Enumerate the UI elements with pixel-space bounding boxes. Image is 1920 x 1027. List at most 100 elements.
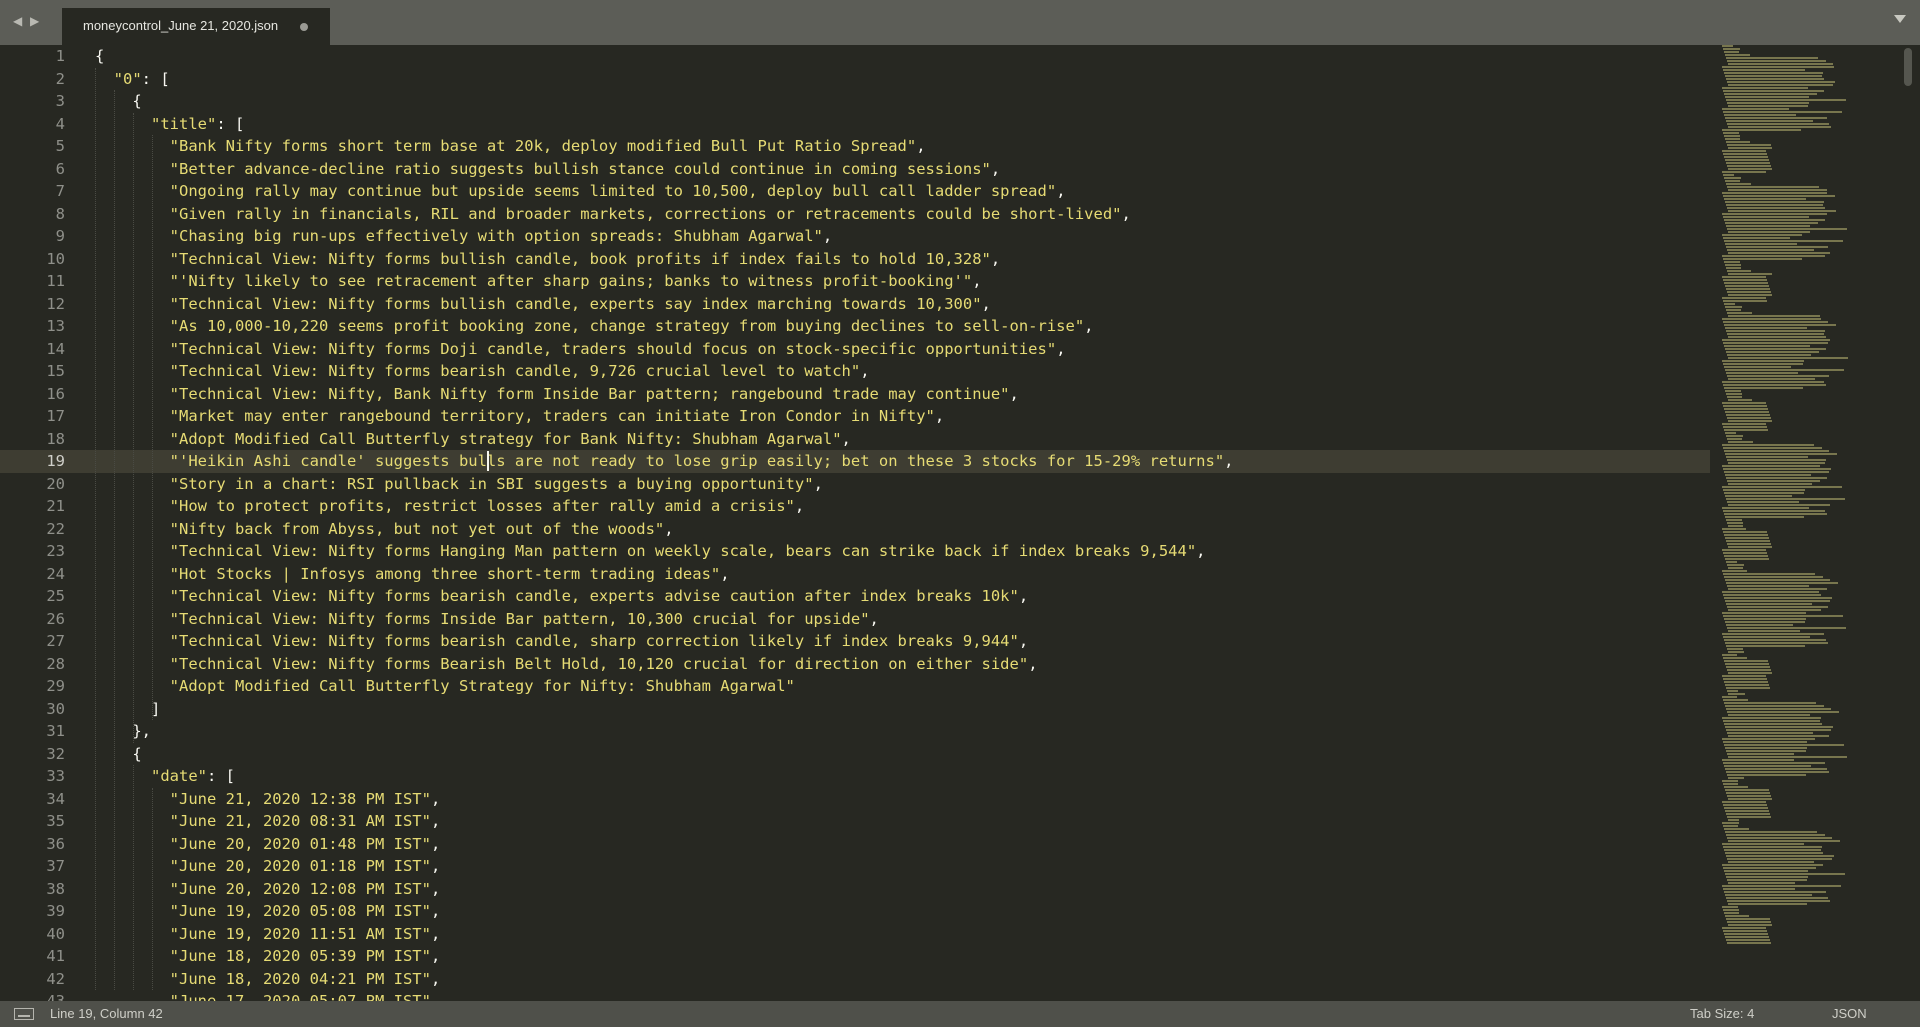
code-line[interactable]: "date": [ [95,765,1710,788]
minimap-row [1725,705,1824,707]
line-number[interactable]: 11 [0,270,95,293]
code-line[interactable]: "Market may enter rangebound territory, … [95,405,1710,428]
code-line[interactable]: "Ongoing rally may continue but upside s… [95,180,1710,203]
line-number[interactable]: 40 [0,923,95,946]
line-number[interactable]: 20 [0,473,95,496]
line-number[interactable]: 5 [0,135,95,158]
code-line[interactable]: "Technical View: Nifty forms Hanging Man… [95,540,1710,563]
code-line[interactable]: { [95,743,1710,766]
code-line[interactable]: "Technical View: Nifty forms bearish can… [95,585,1710,608]
line-number[interactable]: 31 [0,720,95,743]
line-number[interactable]: 24 [0,563,95,586]
line-number[interactable]: 28 [0,653,95,676]
line-number[interactable]: 33 [0,765,95,788]
line-number[interactable]: 18 [0,428,95,451]
code-line[interactable]: "Technical View: Nifty forms Inside Bar … [95,608,1710,631]
minimap[interactable] [1718,45,1898,1001]
line-number[interactable]: 36 [0,833,95,856]
tab-back-icon[interactable]: ◀ [13,14,22,28]
line-number[interactable]: 25 [0,585,95,608]
tab-size-selector[interactable]: Tab Size: 4 [1690,1006,1754,1021]
line-number[interactable]: 37 [0,855,95,878]
code-line[interactable]: "Technical View: Nifty, Bank Nifty form … [95,383,1710,406]
code-line[interactable]: "Technical View: Nifty forms bearish can… [95,630,1710,653]
line-number[interactable]: 39 [0,900,95,923]
line-number[interactable]: 12 [0,293,95,316]
code-line[interactable]: "Hot Stocks | Infosys among three short-… [95,563,1710,586]
line-number[interactable]: 4 [0,113,95,136]
line-number[interactable]: 32 [0,743,95,766]
code-line[interactable]: { [95,45,1710,68]
code-line[interactable]: "June 20, 2020 01:48 PM IST", [95,833,1710,856]
unsaved-dot-icon[interactable] [300,23,308,31]
tab-list-dropdown-icon[interactable] [1894,15,1906,23]
code-line[interactable]: "Technical View: Nifty forms Bearish Bel… [95,653,1710,676]
vertical-scrollbar[interactable] [1904,48,1912,86]
code-line[interactable]: "Adopt Modified Call Butterfly strategy … [95,428,1710,451]
code-line[interactable]: "Story in a chart: RSI pullback in SBI s… [95,473,1710,496]
line-number[interactable]: 30 [0,698,95,721]
line-number[interactable]: 1 [0,45,95,68]
line-number[interactable]: 27 [0,630,95,653]
tab-forward-icon[interactable]: ▶ [30,14,39,28]
code-line[interactable]: "Better advance-decline ratio suggests b… [95,158,1710,181]
code-line[interactable]: "June 18, 2020 05:39 PM IST", [95,945,1710,968]
line-number[interactable]: 8 [0,203,95,226]
code-line[interactable]: "Chasing big run-ups effectively with op… [95,225,1710,248]
code-line[interactable]: "Adopt Modified Call Butterfly Strategy … [95,675,1710,698]
code-line[interactable]: }, [95,720,1710,743]
minimap-row [1727,732,1814,734]
code-line[interactable]: "Given rally in financials, RIL and broa… [95,203,1710,226]
line-number[interactable]: 14 [0,338,95,361]
line-number[interactable]: 10 [0,248,95,271]
line-number[interactable]: 26 [0,608,95,631]
line-number[interactable]: 13 [0,315,95,338]
code-line[interactable]: "'Heikin Ashi candle' suggests bulls are… [95,450,1710,473]
line-number[interactable]: 21 [0,495,95,518]
line-number[interactable]: 16 [0,383,95,406]
code-editor[interactable]: { "0": [ { "title": [ "Bank Nifty forms … [95,45,1710,1001]
code-line[interactable]: "As 10,000-10,220 seems profit booking z… [95,315,1710,338]
line-number[interactable]: 19 [0,450,95,473]
line-number[interactable]: 6 [0,158,95,181]
code-line[interactable]: "Technical View: Nifty forms bearish can… [95,360,1710,383]
code-line[interactable]: "'Nifty likely to see retracement after … [95,270,1710,293]
syntax-selector[interactable]: JSON [1832,1006,1867,1021]
line-number[interactable]: 22 [0,518,95,541]
line-number[interactable]: 17 [0,405,95,428]
code-line[interactable]: "Bank Nifty forms short term base at 20k… [95,135,1710,158]
code-line[interactable]: "June 20, 2020 01:18 PM IST", [95,855,1710,878]
line-number[interactable]: 38 [0,878,95,901]
code-line[interactable]: ] [95,698,1710,721]
code-line[interactable]: "June 19, 2020 11:51 AM IST", [95,923,1710,946]
code-line[interactable]: "June 19, 2020 05:08 PM IST", [95,900,1710,923]
line-number[interactable]: 34 [0,788,95,811]
code-line[interactable]: "title": [ [95,113,1710,136]
code-line[interactable]: "Technical View: Nifty forms Doji candle… [95,338,1710,361]
line-number[interactable]: 9 [0,225,95,248]
code-line[interactable]: "0": [ [95,68,1710,91]
panel-toggle-icon[interactable] [14,1008,34,1020]
line-number[interactable]: 42 [0,968,95,991]
line-number[interactable]: 3 [0,90,95,113]
code-line[interactable]: "June 21, 2020 12:38 PM IST", [95,788,1710,811]
line-number-gutter[interactable]: 1 2 3 4 5 6 7 8 9 10 11 12 13 14 15 16 17 18 19 20 21 22 23 24 2… [0,45,95,1001]
line-number[interactable]: 7 [0,180,95,203]
code-line[interactable]: "June 20, 2020 12:08 PM IST", [95,878,1710,901]
code-line[interactable]: "Technical View: Nifty forms bullish can… [95,248,1710,271]
line-number[interactable]: 43 [0,990,95,1001]
line-number[interactable]: 41 [0,945,95,968]
line-number[interactable]: 29 [0,675,95,698]
line-number[interactable]: 2 [0,68,95,91]
code-line[interactable]: "Technical View: Nifty forms bullish can… [95,293,1710,316]
code-line[interactable]: "June 21, 2020 08:31 AM IST", [95,810,1710,833]
code-line[interactable]: { [95,90,1710,113]
code-line[interactable]: "Nifty back from Abyss, but not yet out … [95,518,1710,541]
tab-file[interactable]: moneycontrol_June 21, 2020.json [62,8,330,45]
line-number[interactable]: 23 [0,540,95,563]
code-line[interactable]: "June 17, 2020 05:07 PM IST", [95,990,1710,1001]
code-line[interactable]: "June 18, 2020 04:21 PM IST", [95,968,1710,991]
line-number[interactable]: 15 [0,360,95,383]
line-number[interactable]: 35 [0,810,95,833]
code-line[interactable]: "How to protect profits, restrict losses… [95,495,1710,518]
